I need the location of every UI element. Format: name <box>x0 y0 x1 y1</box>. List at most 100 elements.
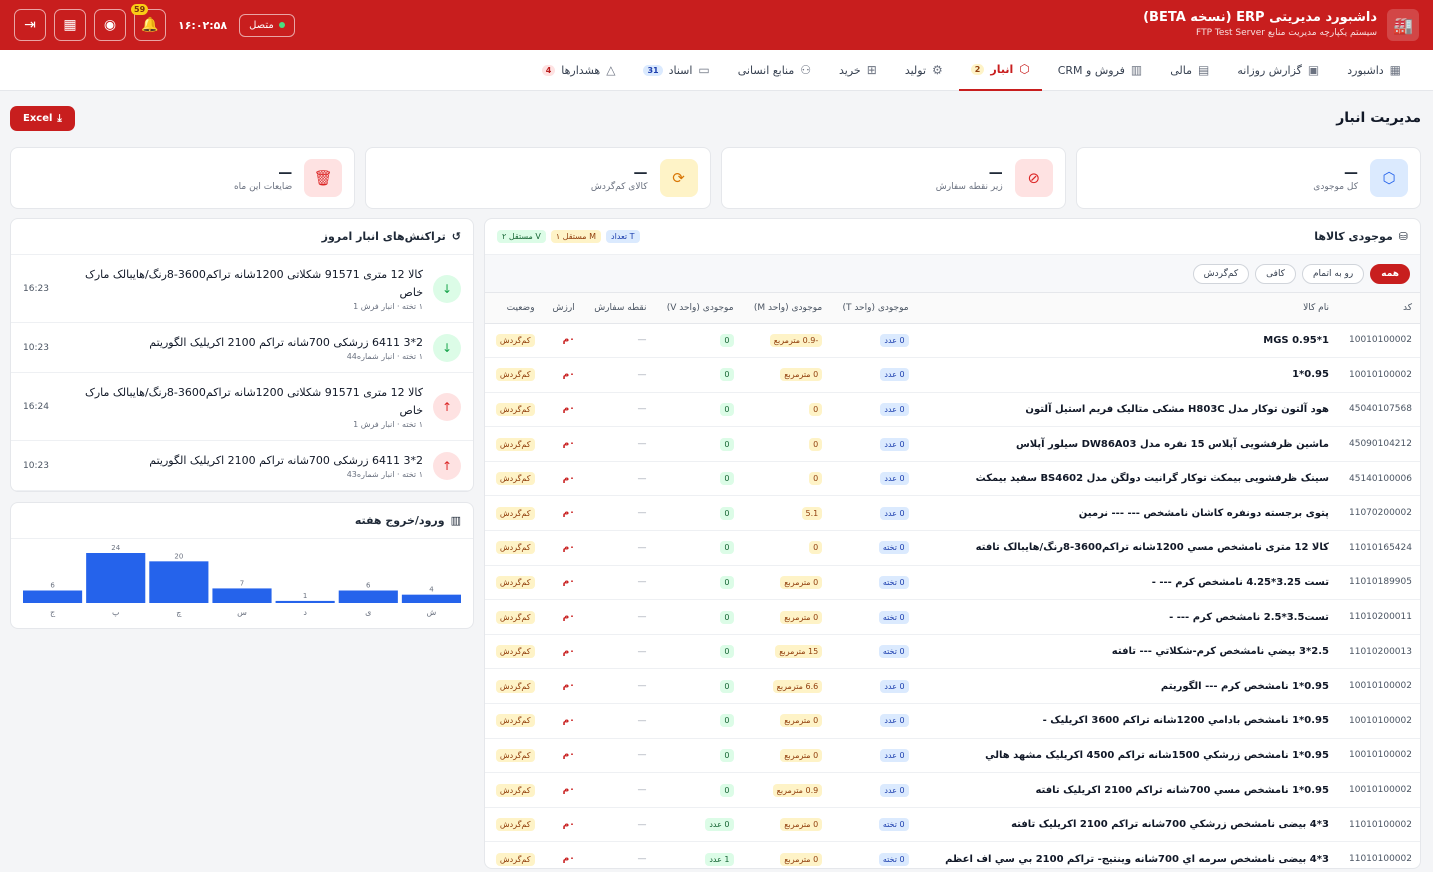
value-cell: ۰م <box>542 565 583 601</box>
nav-item-2[interactable]: ▤ مالی <box>1158 50 1221 91</box>
reorder-point-cell: — <box>582 495 655 532</box>
column-header: نقطه سفارش <box>582 293 655 324</box>
stat-text: — کالای کم‌گردش <box>591 164 648 192</box>
stat-value: — <box>988 165 1003 181</box>
profile-button[interactable]: ◉ <box>94 9 126 41</box>
table-row[interactable]: 10010100002 0.95*1 نامشخص مسي 700شانه ترا… <box>485 772 1420 808</box>
chart-bar <box>212 588 272 603</box>
nav-badge: 4 <box>541 64 556 76</box>
table-row[interactable]: 10010100002 MGS 0.95*1 0 عدد -0.9 مترمربع 0 —… <box>485 323 1420 359</box>
filter-2[interactable]: کافی <box>1255 263 1296 284</box>
stat-text: — ضایعات این ماه <box>234 164 292 192</box>
stock-v-cell: 0 <box>654 772 742 808</box>
stock-v-cell: 0 <box>654 426 742 462</box>
table-row[interactable]: 11010165424 کالا 12 متری نامشخص مسي 1200ش… <box>485 530 1420 566</box>
nav-item-5[interactable]: ⚙ تولید <box>893 50 955 91</box>
filter-0[interactable]: همه <box>1370 263 1410 284</box>
stock-m-cell: 0.9 مترمربع <box>741 772 831 808</box>
stat-card: ⊘ — زیر نقطه سفارش <box>720 147 1066 209</box>
code-cell: 45040107568 <box>1336 392 1420 428</box>
stock-v-cell: 0 <box>654 738 742 774</box>
reorder-point-cell: — <box>582 530 655 566</box>
stat-card: ⬡ — کل موجودی <box>1075 147 1421 209</box>
excel-export-button[interactable]: Excel ⤓ <box>10 105 75 131</box>
status-badge: کم‌گردش <box>495 541 535 555</box>
status-badge: کم‌گردش <box>495 610 535 624</box>
nav-item-6[interactable]: ⊞ خرید <box>827 50 889 91</box>
nav-item-label: اسناد <box>668 63 693 77</box>
chart-category-label: د <box>303 608 307 617</box>
clipboard-icon: ▤ <box>1198 63 1210 77</box>
table-row[interactable]: 10010100002 0.95*1 نامشخص بادامي 1200شانه… <box>485 703 1420 739</box>
stats-row: ⬡ — کل موجودی ⊘ — زیر نقطه سفارش ⟳ — کالای کم‌گر… <box>0 147 1433 209</box>
filter-1[interactable]: رو به اتمام <box>1301 263 1365 284</box>
table-row[interactable]: 11010100002 3*4 بیضی نامشخص زرشکي 700شانه… <box>485 807 1420 843</box>
transaction-item[interactable]: ↓ 2*3 6411 زرشکی 700شانه تراکم 2100 اکریل… <box>11 323 473 373</box>
chart-category-label: پ <box>112 608 120 617</box>
table-row[interactable]: 10010100002 0.95*1 0 عدد 0 مترمربع 0 —۰م کم‌گر… <box>485 357 1420 393</box>
code-cell: 10010100002 <box>1336 668 1420 705</box>
name-cell: کالا 12 متری نامشخص مسي 1200شانه تراکم36… <box>916 530 1337 566</box>
table-row[interactable]: 10010100002 0.95*1 نامشخص کرم --- الگوریت… <box>485 668 1420 705</box>
table-row[interactable]: 11010189905 تست 3.25*4.25 نامشخص کرم --- … <box>485 565 1420 601</box>
status-badge: کم‌گردش <box>495 783 535 797</box>
notifications-button[interactable]: 🔔 59 <box>131 4 166 41</box>
transaction-item[interactable]: ↓ کالا 12 متری 91571 شکلاتی 1200شانه تراک… <box>11 255 473 323</box>
status-cell: کم‌گردش <box>485 807 543 843</box>
stock-v-cell: 0 <box>654 599 742 635</box>
stock-v-cell: 0 <box>654 530 742 566</box>
code-cell: 10010100002 <box>1336 738 1420 774</box>
nav-item-8[interactable]: ▭ اسناد 31 <box>631 50 721 91</box>
table-row[interactable]: 11010200013 2.5*3 بيضي نامشخص کرم-شکلاتي … <box>485 634 1420 670</box>
code-cell: 11010165424 <box>1336 530 1420 566</box>
nav-item-1[interactable]: ▣ گزارش روزانه <box>1225 50 1331 91</box>
transaction-body: کالا 12 متری 91571 شکلاتی 1200شانه تراکم… <box>69 266 423 311</box>
value-cell: ۰م <box>542 392 583 428</box>
nav-badge: 31 <box>643 64 663 76</box>
stock-t-cell: 0 تخته <box>830 634 917 670</box>
nav-item-0[interactable]: ▦ داشبورد <box>1335 50 1413 91</box>
table-row[interactable]: 11010100002 3*4 بیضی نامشخص سرمه اي 700شا… <box>485 841 1420 868</box>
nav-item-7[interactable]: ⚇ منابع انسانی <box>726 50 823 91</box>
stock-t-tag: 0 عدد <box>880 402 909 416</box>
settings-icon: ⚙ <box>932 63 943 77</box>
stock-m-cell: 0 مترمربع <box>741 703 831 739</box>
reorder-point-cell: — <box>582 703 655 739</box>
logout-button[interactable]: ⇥ <box>14 9 46 41</box>
weekly-title: ▥ ورود/خروج هفته <box>355 514 461 527</box>
transactions-header: ↺ تراکنش‌های انبار امروز <box>11 219 473 255</box>
status-badge: کم‌گردش <box>495 472 535 486</box>
nav-item-3[interactable]: ▥ فروش و CRM <box>1046 50 1155 91</box>
stock-t-cell: 0 تخته <box>830 530 917 566</box>
nav-item-4[interactable]: ⬡ انبار 2 <box>958 50 1042 91</box>
nav-item-9[interactable]: △ هشدارها 4 <box>530 50 628 91</box>
status-cell: کم‌گردش <box>485 392 543 428</box>
transaction-time: 10:23 <box>23 342 49 353</box>
table-row[interactable]: 11070200002 پتوی برجسته دونفره کاشان نامش… <box>485 495 1420 532</box>
reorder-point-cell: — <box>582 357 655 393</box>
code-cell: 10010100002 <box>1336 323 1420 359</box>
chart-value-label: 1 <box>303 592 307 600</box>
stock-t-tag: 0 عدد <box>880 437 909 451</box>
apps-button[interactable]: ▦ <box>54 9 86 41</box>
stat-card: 🗑 — ضایعات این ماه <box>10 147 356 209</box>
table-row[interactable]: 10010100002 0.95*1 نامشخص زرشکي 1500شانه … <box>485 738 1420 774</box>
table-row[interactable]: 45090104212 ماشین ظرفشویی آپلاس 15 نفره م… <box>485 426 1420 462</box>
table-row[interactable]: 45140100006 سینک ظرفشویی بیمکث توکار گران… <box>485 461 1420 497</box>
column-header: موجودی (واحد M) <box>741 293 831 324</box>
stock-t-cell: 0 عدد <box>830 668 917 705</box>
filter-3[interactable]: کم‌گردش <box>1192 263 1250 284</box>
table-row[interactable]: 11010200011 تست3.5*2.5 نامشخص کرم --- - 0 … <box>485 599 1420 635</box>
transaction-item[interactable]: ↑ کالا 12 متری 91571 شکلاتی 1200شانه تراک… <box>11 373 473 441</box>
grid-icon: ▦ <box>1389 63 1401 77</box>
code-cell: 11010200013 <box>1336 634 1420 670</box>
table-row[interactable]: 45040107568 هود آلتون توکار مدل H803C مشک… <box>485 392 1420 428</box>
transaction-item[interactable]: ↑ 2*3 6411 زرشکی 700شانه تراکم 2100 اکریل… <box>11 441 473 491</box>
arrow-down-icon: ↓ <box>433 274 461 303</box>
stock-v-tag: 0 <box>720 645 734 659</box>
side-column: ↺ تراکنش‌های انبار امروز ↓ کالا 12 متری 9… <box>10 218 474 869</box>
stock-m-cell: 0 <box>741 426 831 462</box>
connection-status: متصل <box>239 13 295 37</box>
name-cell: 0.95*1 نامشخص بادامي 1200شانه تراکم 3600… <box>916 703 1337 739</box>
stock-t-cell: 0 عدد <box>830 495 917 532</box>
